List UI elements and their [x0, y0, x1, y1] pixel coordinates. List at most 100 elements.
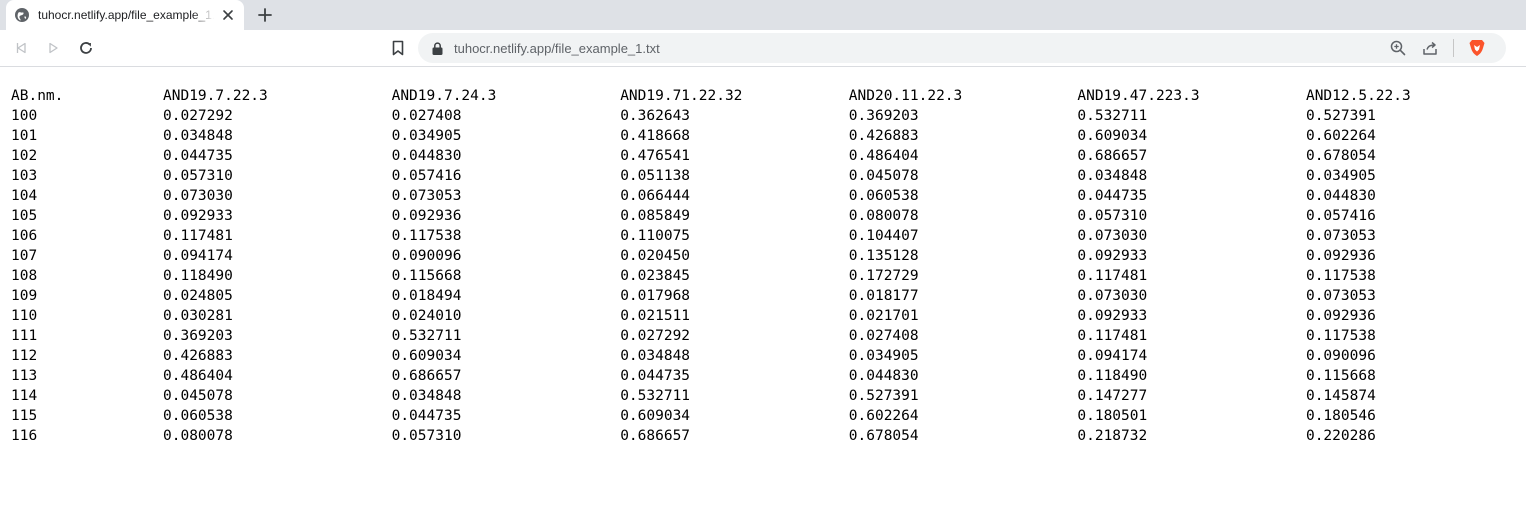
wavelength-cell: 106 [11, 228, 38, 244]
table-row: 111 0.369203 0.532711 0.027292 0.027408 0.117… [11, 326, 1411, 346]
plus-icon[interactable] [255, 5, 275, 25]
text-file-table: AB.nm. AND19.7.22.3 AND19.7.24.3 AND19.71.2… [11, 86, 1411, 446]
value-cell: 0.051138 [620, 168, 691, 184]
value-cell: 0.060538 [848, 188, 919, 204]
value-cell: 0.020450 [620, 248, 691, 264]
value-cell: 0.080078 [848, 208, 919, 224]
value-cell: 0.117481 [1077, 268, 1148, 284]
table-row: 113 0.486404 0.686657 0.044735 0.044830 0.118… [11, 366, 1411, 386]
column-header: AB.nm. [11, 88, 64, 104]
wavelength-cell: 110 [11, 308, 38, 324]
value-cell: 0.073030 [163, 188, 233, 204]
wavelength-cell: 100 [11, 108, 38, 124]
value-cell: 0.145874 [1305, 388, 1376, 404]
value-cell: 0.021701 [848, 308, 919, 324]
value-cell: 0.034905 [1305, 168, 1376, 184]
back-arrow-icon[interactable] [13, 39, 31, 57]
value-cell: 0.094174 [163, 248, 233, 264]
value-cell: 0.045078 [163, 388, 233, 404]
value-cell: 0.024805 [163, 288, 233, 304]
value-cell: 0.066444 [620, 188, 691, 204]
value-cell: 0.115668 [391, 268, 462, 284]
value-cell: 0.532711 [620, 388, 691, 404]
column-header: AND19.71.22.32 [620, 88, 743, 104]
table-row: 116 0.080078 0.057310 0.686657 0.678054 0.218… [11, 426, 1411, 446]
value-cell: 0.220286 [1305, 428, 1376, 444]
bookmark-icon[interactable] [389, 39, 407, 57]
value-cell: 0.609034 [620, 408, 691, 424]
table-row: 103 0.057310 0.057416 0.051138 0.045078 0.034… [11, 166, 1411, 186]
value-cell: 0.024010 [391, 308, 462, 324]
value-cell: 0.218732 [1077, 428, 1148, 444]
table-row: 104 0.073030 0.073053 0.066444 0.060538 0.044… [11, 186, 1411, 206]
zoom-icon[interactable] [1389, 39, 1407, 57]
value-cell: 0.057310 [1077, 208, 1148, 224]
value-cell: 0.034848 [163, 128, 233, 144]
table-row: 115 0.060538 0.044735 0.609034 0.602264 0.180… [11, 406, 1411, 426]
value-cell: 0.678054 [848, 428, 919, 444]
value-cell: 0.057310 [391, 428, 462, 444]
column-header: AND20.11.22.3 [848, 88, 963, 104]
table-row: 105 0.092933 0.092936 0.085849 0.080078 0.057… [11, 206, 1411, 226]
value-cell: 0.117538 [391, 228, 462, 244]
value-cell: 0.115668 [1305, 368, 1376, 384]
value-cell: 0.034905 [391, 128, 462, 144]
value-cell: 0.085849 [620, 208, 691, 224]
value-cell: 0.027292 [620, 328, 691, 344]
value-cell: 0.073053 [391, 188, 462, 204]
table-row: 109 0.024805 0.018494 0.017968 0.018177 0.073… [11, 286, 1411, 306]
value-cell: 0.017968 [620, 288, 691, 304]
value-cell: 0.532711 [1077, 108, 1148, 124]
value-cell: 0.476541 [620, 148, 691, 164]
value-cell: 0.117538 [1305, 328, 1376, 344]
value-cell: 0.092933 [163, 208, 233, 224]
tab-strip: tuhocr.netlify.app/file_example_1.txt [0, 0, 1526, 30]
table-row: 108 0.118490 0.115668 0.023845 0.172729 0.117… [11, 266, 1411, 286]
close-icon[interactable] [220, 7, 236, 23]
forward-arrow-icon[interactable] [44, 39, 62, 57]
value-cell: 0.609034 [1077, 128, 1148, 144]
value-cell: 0.021511 [620, 308, 691, 324]
value-cell: 0.602264 [1305, 128, 1376, 144]
value-cell: 0.073030 [1077, 228, 1148, 244]
lock-icon[interactable] [430, 41, 444, 55]
table-row: 110 0.030281 0.024010 0.021511 0.021701 0.092… [11, 306, 1411, 326]
value-cell: 0.686657 [391, 368, 462, 384]
value-cell: 0.044735 [163, 148, 233, 164]
share-icon[interactable] [1421, 39, 1439, 57]
address-bar[interactable]: tuhocr.netlify.app/file_example_1.txt [418, 33, 1506, 63]
value-cell: 0.044830 [391, 148, 462, 164]
reload-icon[interactable] [77, 39, 95, 57]
table-row: 100 0.027292 0.027408 0.362643 0.369203 0.532… [11, 106, 1411, 126]
column-header: AND19.7.22.3 [163, 88, 268, 104]
value-cell: 0.609034 [391, 348, 462, 364]
tab-title: tuhocr.netlify.app/file_example_1.txt [38, 8, 214, 22]
table-row: 107 0.094174 0.090096 0.020450 0.135128 0.092… [11, 246, 1411, 266]
value-cell: 0.023845 [620, 268, 691, 284]
wavelength-cell: 116 [11, 428, 38, 444]
value-cell: 0.527391 [1305, 108, 1376, 124]
value-cell: 0.678054 [1305, 148, 1376, 164]
value-cell: 0.147277 [1077, 388, 1148, 404]
value-cell: 0.532711 [391, 328, 462, 344]
value-cell: 0.045078 [848, 168, 919, 184]
wavelength-cell: 113 [11, 368, 38, 384]
value-cell: 0.034848 [1077, 168, 1148, 184]
tab-active[interactable]: tuhocr.netlify.app/file_example_1.txt [6, 0, 244, 30]
value-cell: 0.034905 [848, 348, 919, 364]
value-cell: 0.073053 [1305, 228, 1376, 244]
value-cell: 0.027408 [848, 328, 919, 344]
value-cell: 0.044735 [620, 368, 691, 384]
value-cell: 0.180501 [1077, 408, 1148, 424]
value-cell: 0.686657 [620, 428, 691, 444]
value-cell: 0.027408 [391, 108, 462, 124]
table-row: 101 0.034848 0.034905 0.418668 0.426883 0.609… [11, 126, 1411, 146]
brave-lion-icon[interactable] [1468, 39, 1486, 57]
value-cell: 0.034848 [391, 388, 462, 404]
column-header: AND19.47.223.3 [1077, 88, 1200, 104]
value-cell: 0.044830 [848, 368, 919, 384]
url-text[interactable]: tuhocr.netlify.app/file_example_1.txt [454, 41, 1389, 56]
wavelength-cell: 103 [11, 168, 38, 184]
value-cell: 0.018177 [848, 288, 919, 304]
value-cell: 0.426883 [163, 348, 233, 364]
